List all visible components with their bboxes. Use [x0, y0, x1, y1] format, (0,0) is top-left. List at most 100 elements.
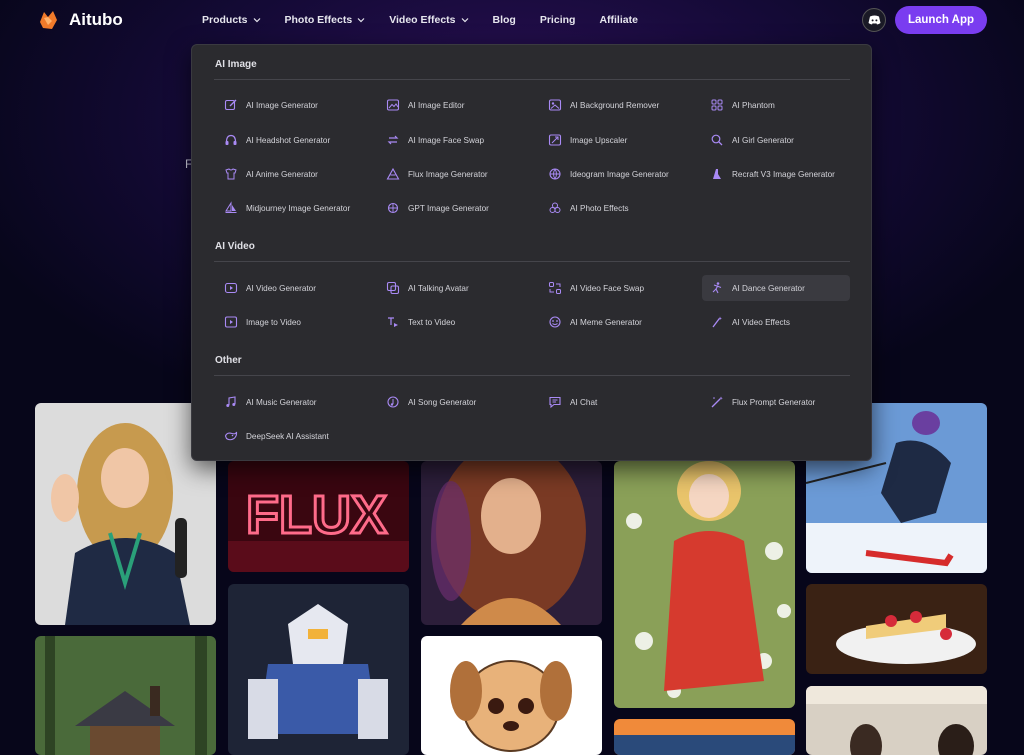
menu-item-ai-anime-generator[interactable]: AI Anime Generator	[216, 161, 364, 187]
menu-item-ai-video-effects[interactable]: AI Video Effects	[702, 309, 850, 335]
music-icon	[226, 396, 236, 407]
brand[interactable]: Aitubo	[36, 8, 123, 32]
gallery-image-cabin[interactable]	[35, 636, 216, 755]
menu-item-image-upscaler[interactable]: Image Upscaler	[540, 127, 688, 153]
gallery-image-robot[interactable]	[228, 584, 409, 755]
menu-item-ai-talking-avatar[interactable]: AI Talking Avatar	[378, 275, 526, 301]
menu-item-label: Image to Video	[246, 317, 301, 327]
menu-item-label: Midjourney Image Generator	[246, 203, 351, 213]
section-divider	[214, 375, 850, 376]
chevron-down-icon	[253, 18, 260, 23]
menu-item-recraft-v3-image-generator[interactable]: Recraft V3 Image Generator	[702, 161, 850, 187]
menu-item-ideogram-image-generator[interactable]: Ideogram Image Generator	[540, 161, 688, 187]
main-nav: Products Photo Effects Video Effects Blo…	[202, 0, 638, 40]
menu-item-label: GPT Image Generator	[408, 203, 489, 213]
menu-item-ai-music-generator[interactable]: AI Music Generator	[216, 389, 364, 415]
whale-icon	[224, 431, 238, 441]
text-video-icon	[388, 317, 398, 327]
menu-item-ai-photo-effects[interactable]: AI Photo Effects	[540, 195, 688, 221]
wand-icon	[712, 316, 722, 328]
image-upscale-icon	[548, 134, 562, 146]
menu-item-ai-dance-generator[interactable]: AI Dance Generator	[702, 275, 850, 301]
effects-icon	[549, 202, 561, 213]
nav-products-label: Products	[202, 14, 248, 26]
section-divider	[214, 79, 850, 80]
gallery-image-portrait[interactable]	[421, 461, 602, 625]
menu-item-ai-image-editor[interactable]: AI Image Editor	[378, 92, 526, 118]
menu-item-label: AI Anime Generator	[246, 169, 318, 179]
gallery-image-anime-girl[interactable]	[614, 461, 795, 708]
menu-item-ai-background-remover[interactable]: AI Background Remover	[540, 92, 688, 118]
neon-flux-text: FLUX	[246, 485, 387, 545]
aitubo-logo-icon	[40, 11, 57, 29]
menu-item-ai-girl-generator[interactable]: AI Girl Generator	[702, 127, 850, 153]
menu-item-label: AI Phantom	[732, 100, 775, 110]
gallery-image-woman-microphone[interactable]	[35, 403, 216, 625]
menu-item-image-to-video[interactable]: Image to Video	[216, 309, 364, 335]
menu-item-flux-prompt-generator[interactable]: Flux Prompt Generator	[702, 389, 850, 415]
menu-item-label: AI Dance Generator	[732, 283, 805, 293]
swap-icon	[387, 135, 399, 145]
menu-item-label: Ideogram Image Generator	[570, 169, 669, 179]
menu-item-ai-image-face-swap[interactable]: AI Image Face Swap	[378, 127, 526, 153]
chevron-down-icon	[357, 18, 365, 23]
menu-item-gpt-image-generator[interactable]: GPT Image Generator	[378, 195, 526, 221]
menu-item-deepseek-ai-assistant[interactable]: DeepSeek AI Assistant	[216, 423, 364, 449]
nav-products[interactable]: Products	[202, 14, 261, 26]
chat-icon	[549, 396, 561, 409]
menu-item-flux-image-generator[interactable]: Flux Image Generator	[378, 161, 526, 187]
menu-item-label: AI Girl Generator	[732, 135, 794, 145]
discord-icon	[868, 15, 880, 25]
menu-item-ai-song-generator[interactable]: AI Song Generator	[378, 389, 526, 415]
discord-button[interactable]	[862, 8, 886, 32]
meme-icon	[549, 316, 561, 328]
gallery-image-neon-flux[interactable]: FLUX	[228, 461, 409, 572]
image-remove-icon	[548, 99, 562, 111]
brand-name: Aitubo	[69, 10, 123, 29]
triangle-icon	[386, 167, 400, 180]
menu-item-label: Recraft V3 Image Generator	[732, 169, 835, 179]
menu-item-ai-phantom[interactable]: AI Phantom	[702, 92, 850, 118]
sail-icon	[225, 201, 237, 213]
menu-item-ai-image-generator[interactable]: AI Image Generator	[216, 92, 364, 118]
nav-blog[interactable]: Blog	[493, 14, 516, 26]
pencil-edit-icon	[224, 99, 237, 111]
section-title-other: Other	[215, 355, 242, 366]
song-icon	[387, 396, 399, 408]
globe-icon	[549, 168, 561, 180]
spark-icon	[387, 202, 399, 214]
face-swap-icon	[549, 282, 561, 294]
gallery-image-cafe[interactable]	[806, 686, 987, 755]
search-icon	[711, 134, 723, 146]
menu-item-label: AI Meme Generator	[570, 317, 642, 327]
menu-item-label: AI Video Effects	[732, 317, 790, 327]
menu-item-label: Text to Video	[408, 317, 456, 327]
products-dropdown-menu: AI Image AI Image Generator AI Image Edi…	[191, 44, 872, 461]
avatar-icon	[386, 281, 400, 295]
grid-icon	[711, 99, 723, 111]
nav-video-effects[interactable]: Video Effects	[389, 14, 468, 26]
menu-item-label: AI Video Generator	[246, 283, 316, 293]
launch-app-button[interactable]: Launch App	[895, 6, 987, 34]
menu-item-ai-meme-generator[interactable]: AI Meme Generator	[540, 309, 688, 335]
nav-pricing[interactable]: Pricing	[540, 14, 576, 26]
menu-item-label: AI Headshot Generator	[246, 135, 331, 145]
nav-photo-effects[interactable]: Photo Effects	[285, 14, 366, 26]
gallery-image-sunset[interactable]	[614, 719, 795, 755]
menu-item-ai-headshot-generator[interactable]: AI Headshot Generator	[216, 127, 364, 153]
nav-affiliate[interactable]: Affiliate	[599, 14, 638, 26]
menu-item-label: AI Music Generator	[246, 397, 317, 407]
menu-item-label: AI Photo Effects	[570, 203, 629, 213]
section-title-ai-image: AI Image	[215, 59, 257, 70]
gallery-image-puppy[interactable]	[421, 636, 602, 755]
menu-item-ai-video-generator[interactable]: AI Video Generator	[216, 275, 364, 301]
menu-item-ai-video-face-swap[interactable]: AI Video Face Swap	[540, 275, 688, 301]
section-divider	[214, 261, 850, 262]
menu-item-label: AI Song Generator	[408, 397, 477, 407]
menu-item-label: Image Upscaler	[570, 135, 628, 145]
menu-item-ai-chat[interactable]: AI Chat	[540, 389, 688, 415]
menu-item-midjourney-image-generator[interactable]: Midjourney Image Generator	[216, 195, 364, 221]
menu-item-text-to-video[interactable]: Text to Video	[378, 309, 526, 335]
play-icon	[224, 282, 238, 294]
gallery-image-cheesecake[interactable]	[806, 584, 987, 674]
